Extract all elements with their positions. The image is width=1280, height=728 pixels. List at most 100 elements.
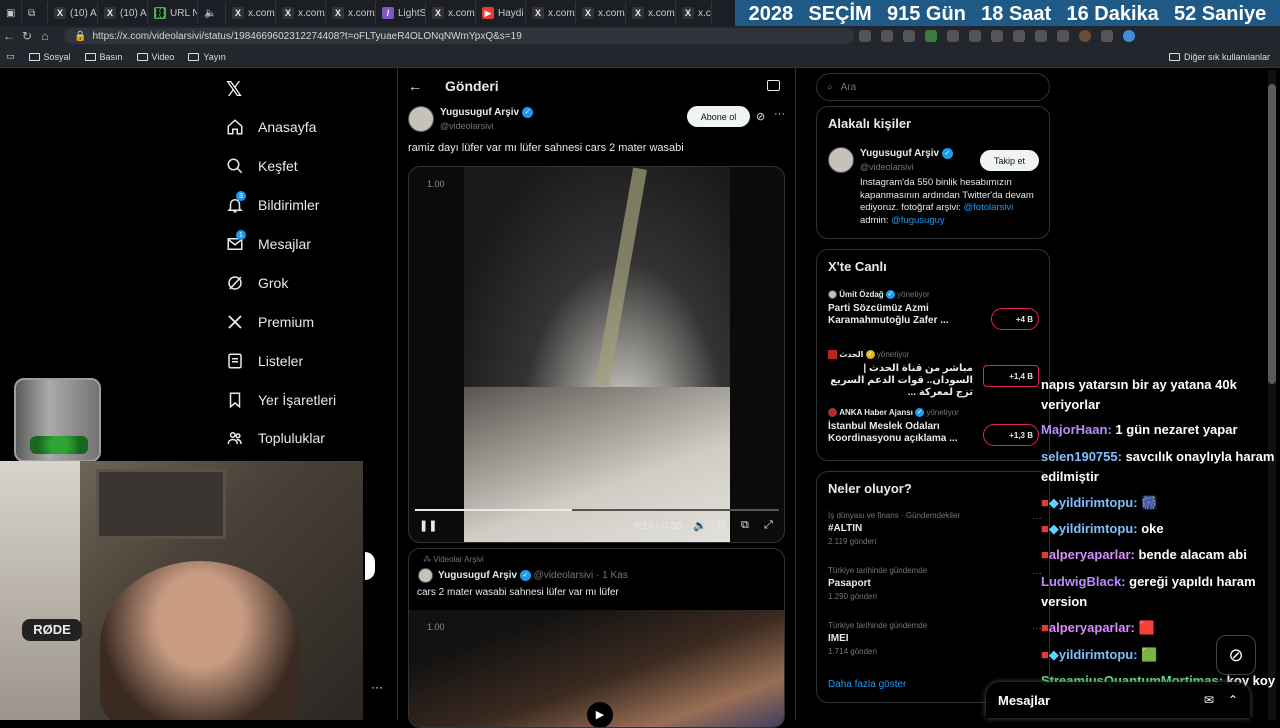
bookmark-folder-yayin[interactable]: Yayın <box>188 52 226 62</box>
chat-message: ■◆yildirimtopu: 🎆 <box>1041 495 1158 510</box>
grok-floating-button[interactable]: ⊘ <box>1216 635 1256 675</box>
browser-tab[interactable]: Xx.com/ <box>426 2 476 24</box>
extension-icon[interactable] <box>1057 30 1069 42</box>
x-icon <box>228 315 242 329</box>
menu-dots-icon[interactable] <box>1101 30 1113 42</box>
new-message-icon[interactable]: ✉ <box>1204 693 1214 707</box>
back-arrow-icon[interactable]: ← <box>408 78 422 94</box>
extension-icon[interactable] <box>859 30 871 42</box>
more-dots-icon[interactable]: ··· <box>371 680 383 694</box>
verified-badge-icon: ✓ <box>885 290 895 300</box>
browser-tab[interactable]: X (10) Ar <box>98 2 148 24</box>
browser-tab[interactable]: Xx.co <box>676 2 712 24</box>
related-handle[interactable]: @videolarsivi <box>860 162 914 172</box>
browser-tab[interactable]: / LightS <box>376 2 426 24</box>
settings-gear-icon[interactable]: ⚙ <box>716 518 727 532</box>
nav-item-messages[interactable]: 1 Mesajlar <box>226 230 311 258</box>
pause-icon[interactable]: ❚❚ <box>419 519 437 532</box>
video-progress-fill <box>415 509 572 511</box>
browser-tab[interactable]: 🔈 <box>198 2 226 24</box>
x-icon: X <box>54 7 66 19</box>
follow-button[interactable]: Takip et <box>980 150 1039 171</box>
extension-icon[interactable] <box>991 30 1003 42</box>
profile-avatar-icon[interactable] <box>1079 30 1091 42</box>
bio-link-fugusuguy[interactable]: @fugusuguy <box>891 215 944 226</box>
extension-icon[interactable] <box>947 30 959 42</box>
related-avatar[interactable] <box>828 147 854 173</box>
extension-icon[interactable] <box>1035 30 1047 42</box>
browser-tab[interactable]: Xx.com/ <box>626 2 676 24</box>
search-bar[interactable]: ⌕ Ara <box>816 73 1050 101</box>
live-item[interactable]: Ümit Özdağ ✓ yönetiyor Parti Sözcümüz Az… <box>828 290 1048 338</box>
nav-item-lists[interactable]: Listeler <box>226 347 303 375</box>
quoted-video-thumbnail[interactable]: 1.00 ▶ <box>409 610 784 727</box>
play-icon[interactable]: ▶ <box>587 702 613 727</box>
nav-item-grok[interactable]: Grok <box>226 269 288 297</box>
extension-icon[interactable] <box>969 30 981 42</box>
nav-item-home[interactable]: Anasayfa <box>226 113 316 141</box>
video-player[interactable]: 1.00 ❚❚ 0:13 / 0:30 🔉 ⚙ ⧉ ⤢ <box>408 166 785 543</box>
election-countdown-banner: 2028 SEÇİM 915 Gün 18 Saat 16 Dakika 52 … <box>735 0 1280 28</box>
reload-icon[interactable]: ↻ <box>18 29 36 43</box>
more-options-icon[interactable]: ··· <box>774 108 785 120</box>
grok-explain-icon[interactable]: ⊘ <box>756 110 765 123</box>
bookmark-folder-basin[interactable]: Basın <box>84 52 123 62</box>
url-field[interactable]: 🔒 https://x.com/videolarsivi/status/1984… <box>64 28 854 44</box>
scroll-handle[interactable] <box>365 552 375 580</box>
bookmark-toggle-icon[interactable]: ▭ <box>6 51 15 62</box>
reader-view-icon[interactable] <box>767 80 780 91</box>
volume-icon[interactable]: 🔉 <box>693 519 707 532</box>
webcam-overlay: RØDE <box>0 461 363 720</box>
trend-item[interactable]: Türkiye tarihinde gündemde IMEI 1.714 gö… <box>828 621 1042 656</box>
quoted-author-avatar[interactable] <box>418 568 433 583</box>
extension-icon[interactable] <box>925 30 937 42</box>
extension-icon[interactable] <box>903 30 915 42</box>
browser-tab[interactable]: X (10) Ar <box>48 2 98 24</box>
nav-item-communities[interactable]: Topluluklar <box>226 424 325 452</box>
browser-tab[interactable]: Xx.com/ <box>526 2 576 24</box>
messages-drawer[interactable]: Mesajlar ✉ ⌃ <box>986 682 1250 718</box>
home-icon[interactable]: ⌂ <box>36 29 54 43</box>
tab-actions-icon[interactable]: ⧉ <box>22 2 48 24</box>
bio-link-fotolarsivi[interactable]: @fotolarsivi <box>964 202 1014 213</box>
extension-icon[interactable] <box>1013 30 1025 42</box>
author-handle[interactable]: @videolarsivi <box>440 121 494 131</box>
browser-tab[interactable]: Xx.com/ <box>226 2 276 24</box>
fullscreen-icon[interactable]: ⤢ <box>764 519 773 532</box>
window-menu-icon[interactable]: ▣ <box>0 2 22 24</box>
browser-tab[interactable]: Xx.com/ <box>326 2 376 24</box>
trend-item[interactable]: İş dünyası ve finans · Gündemdekiler #AL… <box>828 511 1042 546</box>
chat-message: napıs yatarsın bir ay yatana 40k veriyor… <box>1041 377 1237 412</box>
bookmark-folder-video[interactable]: Video <box>136 52 174 62</box>
subscribe-button[interactable]: Abone ol <box>687 106 750 127</box>
video-progress-track[interactable] <box>415 509 779 511</box>
live-item[interactable]: ANKA Haber Ajansı ✓ yönetiyor İstanbul M… <box>828 408 1048 456</box>
author-avatar[interactable] <box>408 106 434 132</box>
chevron-up-icon[interactable]: ⌃ <box>1228 693 1238 707</box>
back-icon[interactable]: ← <box>0 29 18 43</box>
browser-tab[interactable]: Xx.com/ <box>276 2 326 24</box>
other-bookmarks[interactable]: Diğer sık kullanılanlar <box>1168 52 1270 62</box>
extension-icon[interactable] <box>881 30 893 42</box>
x-icon: X <box>682 7 694 19</box>
nav-item-premium[interactable]: Premium <box>226 308 314 336</box>
related-name[interactable]: Yugusuguf Arşiv ✓ <box>860 148 953 159</box>
nav-item-notifications[interactable]: 3 Bildirimler <box>226 191 319 219</box>
author-name[interactable]: Yugusuguf Arşiv ✓ <box>440 107 533 118</box>
bookmark-folder-sosyal[interactable]: Sosyal <box>28 52 71 62</box>
picture-in-picture-icon[interactable]: ⧉ <box>741 519 749 532</box>
browser-tab[interactable]: Xx.com/ <box>576 2 626 24</box>
show-more-link[interactable]: Daha fazla göster <box>828 679 906 690</box>
nav-item-explore[interactable]: Keşfet <box>226 152 298 180</box>
nav-item-bookmarks[interactable]: Yer İşaretleri <box>226 386 336 414</box>
browser-tab[interactable]: ▶Haydi I <box>476 2 526 24</box>
scrollbar-thumb[interactable] <box>1268 84 1276 384</box>
copilot-icon[interactable] <box>1123 30 1135 42</box>
trend-item[interactable]: Türkiye tarihinde gündemde Pasaport 1.29… <box>828 566 1042 601</box>
quoted-author-name[interactable]: Yugusuguf Arşiv ✓ @videolarsivi · 1 Kas <box>438 570 628 581</box>
live-item[interactable]: الحدث ✓ yönetiyor مباشر من قناة الحدث |ا… <box>828 350 1048 398</box>
x-logo-icon[interactable]: 𝕏 <box>226 77 246 101</box>
jar-contents <box>30 436 88 454</box>
browser-tab[interactable]: ⛓URL Ni <box>148 2 198 24</box>
quoted-post[interactable]: ⁂ Videolar Arşivi Yugusuguf Arşiv ✓ @vid… <box>408 548 785 728</box>
